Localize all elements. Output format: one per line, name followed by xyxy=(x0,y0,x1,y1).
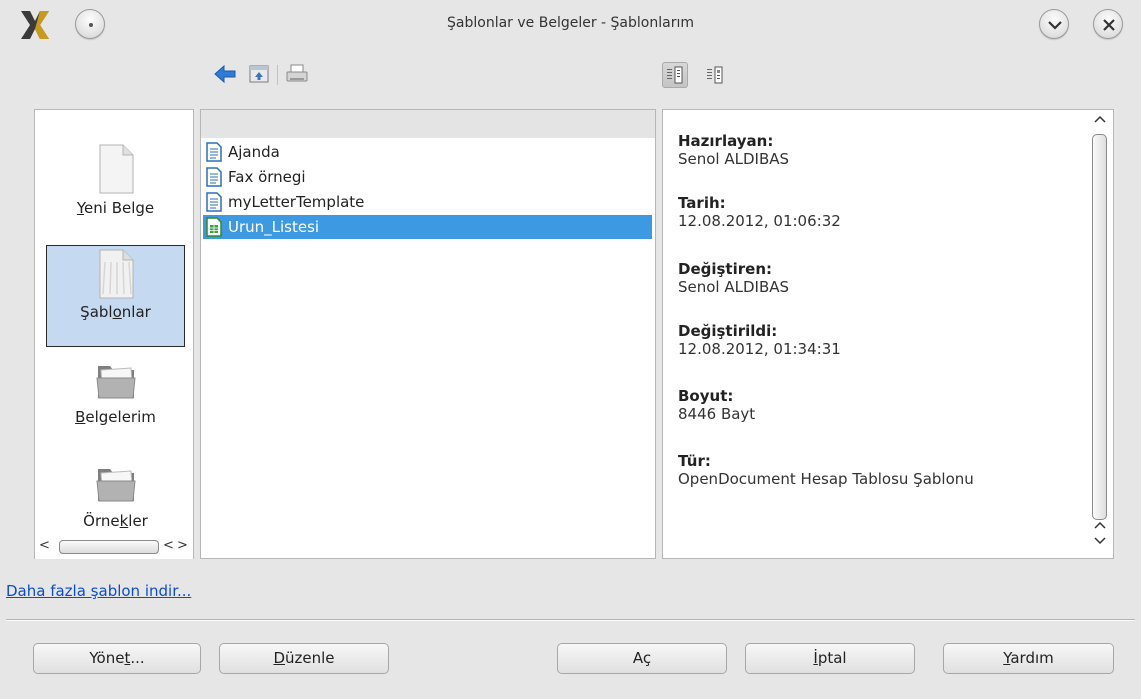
minimize-button[interactable] xyxy=(1039,9,1069,39)
file-name: Urun_Listesi xyxy=(228,218,320,236)
title-bar: Şablonlar ve Belgeler - Şablonlarım xyxy=(0,0,1141,50)
template-document-icon xyxy=(99,249,133,299)
text-document-icon xyxy=(206,167,222,187)
list-item[interactable]: Ajanda xyxy=(203,140,652,164)
scroll-right-icon[interactable]: > xyxy=(177,538,188,553)
list-item[interactable]: Urun_Listesi xyxy=(203,215,652,239)
close-button[interactable] xyxy=(1093,9,1123,39)
blank-document-icon xyxy=(99,144,133,194)
scroll-up-icon[interactable] xyxy=(1094,520,1106,530)
property-type: Tür: OpenDocument Hesap Tablosu Şablonu xyxy=(678,452,1088,488)
back-arrow-icon[interactable] xyxy=(213,62,237,86)
text-document-icon xyxy=(206,142,222,162)
file-name: Fax örnegi xyxy=(228,168,306,186)
list-item[interactable]: Fax örnegi xyxy=(203,165,652,189)
print-icon[interactable] xyxy=(285,62,309,86)
template-list-pane: Ajanda Fax örnegi myLetterTemplate Urun_… xyxy=(200,109,656,559)
view-toolbar xyxy=(662,62,742,88)
scroll-left-icon[interactable]: < xyxy=(163,538,174,553)
close-icon xyxy=(1103,19,1115,31)
document-preview-view-button[interactable] xyxy=(702,62,728,88)
window-title: Şablonlar ve Belgeler - Şablonlarım xyxy=(447,15,694,31)
folder-icon xyxy=(95,366,136,399)
scroll-left-icon[interactable]: < xyxy=(39,538,50,553)
property-size: Boyut: 8446 Bayt xyxy=(678,387,1088,423)
category-label: Örnekler xyxy=(83,512,148,530)
manage-button[interactable]: Yönet... xyxy=(33,643,201,674)
cancel-button[interactable]: İptal xyxy=(745,643,915,674)
property-value: 12.08.2012, 01:06:32 xyxy=(678,212,841,230)
property-label: Değiştirildi: xyxy=(678,322,778,340)
category-pane: Yeni Belge Şablonlar Belgelerim Örnekler… xyxy=(34,109,194,559)
document-properties-view-button[interactable] xyxy=(662,62,688,88)
category-my-documents[interactable]: Belgelerim xyxy=(46,347,185,449)
toolbar-separator xyxy=(277,65,278,85)
divider xyxy=(6,619,1135,621)
folder-icon xyxy=(95,469,136,502)
property-value: OpenDocument Hesap Tablosu Şablonu xyxy=(678,470,974,488)
property-value: Senol ALDIBAS xyxy=(678,150,790,168)
preview-view-icon xyxy=(707,66,723,84)
category-label: Şablonlar xyxy=(80,303,151,321)
property-label: Değiştiren: xyxy=(678,260,772,278)
horizontal-scrollbar[interactable]: < < > xyxy=(35,537,193,559)
spreadsheet-icon xyxy=(206,217,222,237)
navigation-toolbar xyxy=(213,62,323,88)
file-name: Ajanda xyxy=(228,143,280,161)
scroll-down-icon[interactable] xyxy=(1094,536,1106,546)
text-document-icon xyxy=(206,192,222,212)
property-value: 12.08.2012, 01:34:31 xyxy=(678,340,841,358)
property-label: Hazırlayan: xyxy=(678,132,774,150)
scroll-up-icon[interactable] xyxy=(1094,114,1106,124)
vertical-scrollbar[interactable] xyxy=(1087,110,1113,558)
scrollbar-thumb[interactable] xyxy=(1092,134,1107,520)
category-templates[interactable]: Şablonlar xyxy=(46,245,185,347)
property-value: 8446 Bayt xyxy=(678,405,756,423)
document-properties-pane: Hazırlayan: Senol ALDIBAS Tarih: 12.08.2… xyxy=(662,109,1114,559)
chevron-down-icon xyxy=(1048,21,1062,30)
scrollbar-thumb[interactable] xyxy=(59,540,159,554)
property-modified-date: Değiştirildi: 12.08.2012, 01:34:31 xyxy=(678,322,1088,358)
property-label: Tür: xyxy=(678,452,711,470)
open-button[interactable]: Aç xyxy=(557,643,727,674)
property-author: Hazırlayan: Senol ALDIBAS xyxy=(678,132,1088,168)
file-name: myLetterTemplate xyxy=(228,193,365,211)
download-more-templates-link[interactable]: Daha fazla şablon indir... xyxy=(6,582,191,600)
help-button[interactable]: Yardım xyxy=(943,643,1114,674)
list-header xyxy=(201,110,655,138)
property-label: Boyut: xyxy=(678,387,734,405)
category-label: Yeni Belge xyxy=(76,199,155,217)
edit-button[interactable]: Düzenle xyxy=(219,643,389,674)
category-label: Belgelerim xyxy=(75,408,156,426)
category-new-document[interactable]: Yeni Belge xyxy=(46,126,185,228)
folder-up-icon[interactable] xyxy=(247,62,271,86)
property-label: Tarih: xyxy=(678,194,726,212)
properties-view-icon xyxy=(667,66,683,84)
property-value: Senol ALDIBAS xyxy=(678,278,790,296)
list-item[interactable]: myLetterTemplate xyxy=(203,190,652,214)
property-modified-by: Değiştiren: Senol ALDIBAS xyxy=(678,260,1088,296)
property-date: Tarih: 12.08.2012, 01:06:32 xyxy=(678,194,1088,230)
